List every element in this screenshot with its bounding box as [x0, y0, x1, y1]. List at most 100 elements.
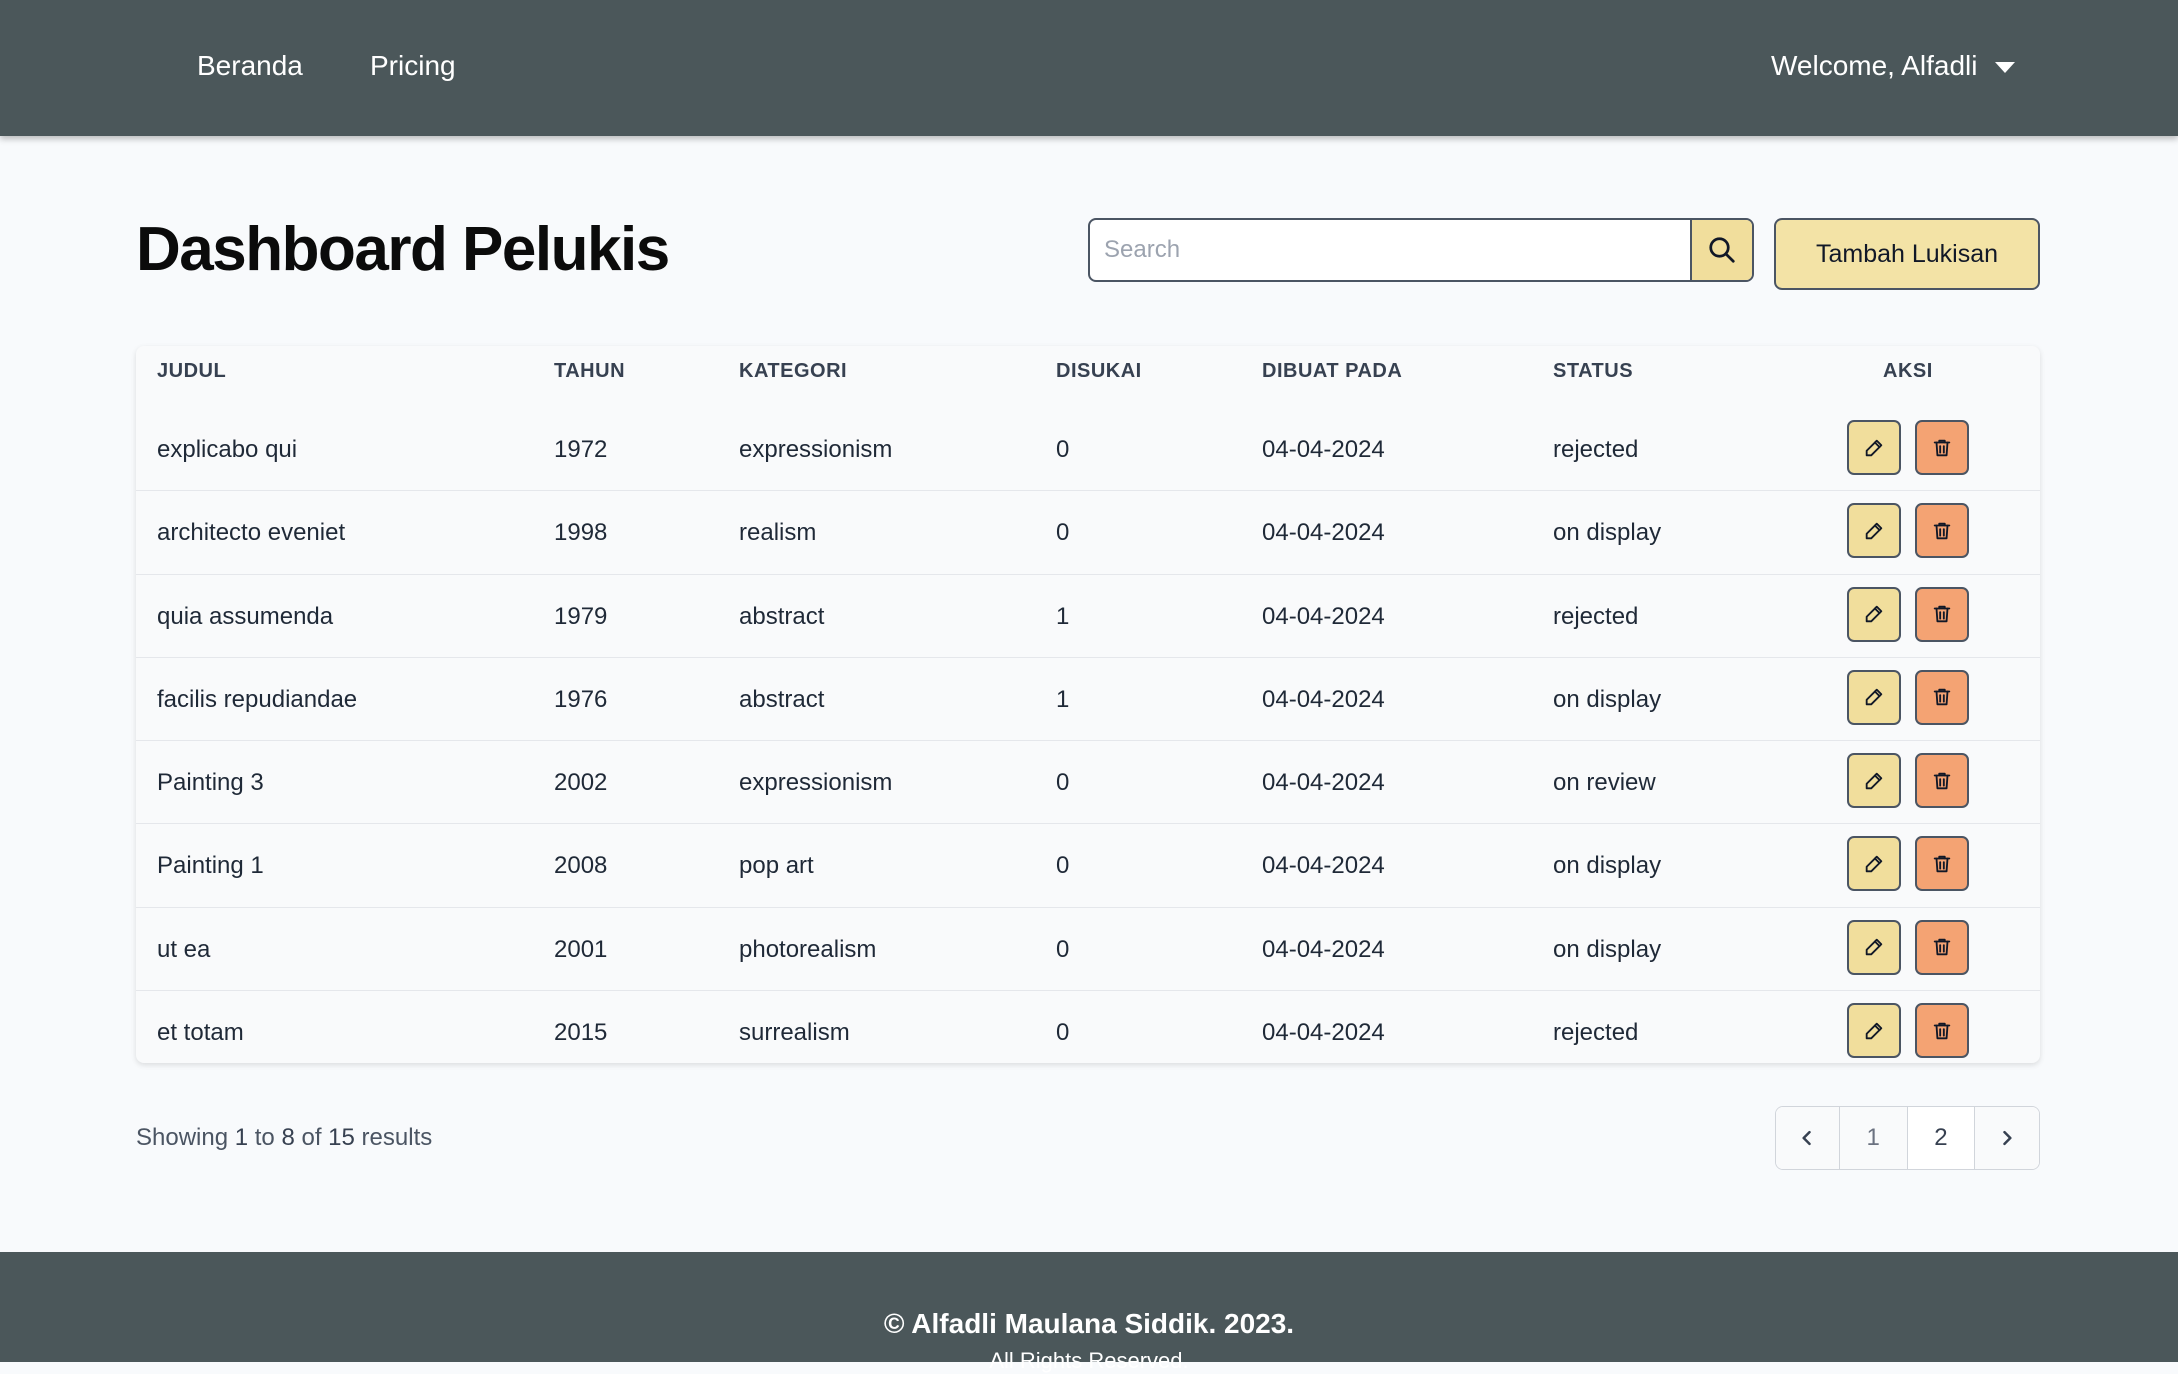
- cell-judul: architecto eveniet: [157, 519, 346, 547]
- nav-link-beranda[interactable]: Beranda: [197, 50, 303, 82]
- delete-button[interactable]: [1915, 669, 1969, 725]
- results-summary: Showing 1 to 8 of 15 results: [136, 1124, 432, 1152]
- cell-tahun: 1998: [554, 519, 608, 547]
- cell-tahun: 2015: [554, 1019, 608, 1047]
- search-button[interactable]: [1690, 220, 1752, 280]
- cell-status: on display: [1553, 685, 1662, 713]
- cell-dibuat-pada: 04-04-2024: [1262, 519, 1385, 547]
- delete-button[interactable]: [1915, 753, 1969, 809]
- table-row: architecto eveniet 1998 realism 0 04-04-2024…: [136, 491, 2040, 575]
- cell-kategori: abstract: [739, 602, 825, 630]
- cell-dibuat-pada: 04-04-2024: [1262, 685, 1385, 713]
- results-showing-word: Showing: [136, 1124, 229, 1151]
- cell-kategori: expressionism: [739, 436, 893, 463]
- cell-judul: Painting 3: [157, 769, 264, 797]
- trash-icon: [1933, 605, 1951, 623]
- pencil-icon: [1865, 772, 1883, 789]
- cell-status: on display: [1553, 935, 1662, 963]
- footer-subtext: All Rights Reserved.: [989, 1348, 1189, 1373]
- user-menu-dropdown[interactable]: Welcome, Alfadli: [1771, 50, 2016, 82]
- header-disukai: DISUKAI: [1056, 360, 1142, 382]
- cell-tahun: 2001: [554, 935, 608, 963]
- results-to: 8: [281, 1124, 295, 1151]
- delete-button[interactable]: [1915, 919, 1969, 975]
- table-row: explicabo qui 1972 expressionism 0 04-04-202…: [136, 408, 2040, 492]
- header-kategori: KATEGORI: [739, 360, 848, 382]
- cell-status: rejected: [1553, 436, 1639, 463]
- edit-button[interactable]: [1847, 586, 1901, 642]
- cell-disukai: 0: [1056, 519, 1070, 547]
- cell-kategori: surrealism: [739, 1019, 850, 1047]
- results-of-word: of: [301, 1124, 322, 1151]
- add-painting-button[interactable]: Tambah Lukisan: [1774, 218, 2040, 290]
- delete-button[interactable]: [1915, 503, 1969, 559]
- pagination-prev-button[interactable]: [1776, 1107, 1840, 1169]
- cell-judul: explicabo qui: [157, 436, 298, 463]
- cell-kategori: pop art: [739, 852, 814, 880]
- trash-icon: [1933, 1022, 1951, 1039]
- edit-button[interactable]: [1847, 669, 1901, 725]
- header-aksi: AKSI: [1883, 360, 1933, 382]
- cell-dibuat-pada: 04-04-2024: [1262, 436, 1385, 463]
- delete-button[interactable]: [1915, 586, 1969, 642]
- cell-disukai: 1: [1056, 602, 1070, 630]
- pencil-icon: [1865, 522, 1883, 540]
- edit-button[interactable]: [1847, 836, 1901, 892]
- cell-kategori: expressionism: [739, 769, 893, 797]
- table-row: Painting 3 2002 expressionism 0 04-04-2024 on…: [136, 741, 2040, 825]
- user-welcome-label: Welcome, Alfadli: [1771, 50, 1978, 81]
- pagination-page-1[interactable]: 1: [1839, 1107, 1908, 1169]
- pencil-icon: [1865, 855, 1883, 873]
- table-body: explicabo qui 1972 expressionism 0 04-04-202…: [136, 408, 2040, 1074]
- pencil-icon: [1865, 939, 1883, 956]
- table-row: quia assumenda 1979 abstract 1 04-04-2024 rej…: [136, 575, 2040, 658]
- results-to-word: to: [254, 1124, 275, 1151]
- edit-button[interactable]: [1847, 420, 1901, 475]
- footer-copyright: © Alfadli Maulana Siddik. 2023.: [883, 1308, 1295, 1339]
- cell-disukai: 0: [1056, 935, 1070, 963]
- pagination-next-button[interactable]: [1975, 1107, 2039, 1169]
- cell-tahun: 1979: [554, 602, 608, 630]
- edit-button[interactable]: [1847, 503, 1901, 559]
- delete-button[interactable]: [1915, 420, 1969, 475]
- cell-judul: Painting 1: [157, 852, 264, 880]
- edit-button[interactable]: [1847, 753, 1901, 809]
- trash-icon: [1933, 772, 1951, 789]
- cell-disukai: 0: [1056, 436, 1070, 463]
- pencil-icon: [1865, 689, 1883, 706]
- table-row: et totam 2015 surrealism 0 04-04-2024 rejecte…: [136, 991, 2040, 1074]
- cell-status: on display: [1553, 519, 1662, 547]
- cell-disukai: 0: [1056, 769, 1070, 797]
- table-header: JUDUL TAHUN KATEGORI DISUKAI DIBUAT PADA…: [136, 346, 2040, 408]
- cell-tahun: 2002: [554, 769, 608, 797]
- search-input[interactable]: [1090, 220, 1690, 280]
- cell-judul: quia assumenda: [157, 602, 334, 630]
- page-title: Dashboard Pelukis: [136, 215, 670, 284]
- results-total: 15: [328, 1124, 355, 1151]
- delete-button[interactable]: [1915, 1003, 1969, 1059]
- nav-link-pricing[interactable]: Pricing: [370, 50, 456, 82]
- chevron-down-icon: [1995, 61, 2016, 73]
- footer: © Alfadli Maulana Siddik. 2023. All Righ…: [0, 1252, 2178, 1373]
- edit-button[interactable]: [1847, 919, 1901, 975]
- table-row: ut ea 2001 photorealism 0 04-04-2024 on displ…: [136, 908, 2040, 992]
- pagination: 1 2: [1775, 1106, 2040, 1170]
- cell-disukai: 0: [1056, 852, 1070, 880]
- cell-status: rejected: [1553, 602, 1639, 630]
- table-row: facilis repudiandae 1976 abstract 1 04-04-20…: [136, 658, 2040, 742]
- cell-tahun: 1972: [554, 436, 608, 463]
- trash-icon: [1933, 522, 1951, 540]
- edit-button[interactable]: [1847, 1003, 1901, 1059]
- header-tahun: TAHUN: [554, 360, 626, 382]
- pencil-icon: [1865, 439, 1883, 456]
- delete-button[interactable]: [1915, 836, 1969, 892]
- cell-kategori: photorealism: [739, 935, 877, 963]
- trash-icon: [1933, 439, 1951, 456]
- cell-judul: et totam: [157, 1019, 244, 1047]
- trash-icon: [1933, 689, 1951, 706]
- cell-status: on display: [1553, 852, 1662, 880]
- pagination-page-2[interactable]: 2: [1908, 1107, 1976, 1169]
- cell-disukai: 1: [1056, 685, 1070, 713]
- chevron-left-icon: [1802, 1130, 1812, 1146]
- cell-dibuat-pada: 04-04-2024: [1262, 935, 1385, 963]
